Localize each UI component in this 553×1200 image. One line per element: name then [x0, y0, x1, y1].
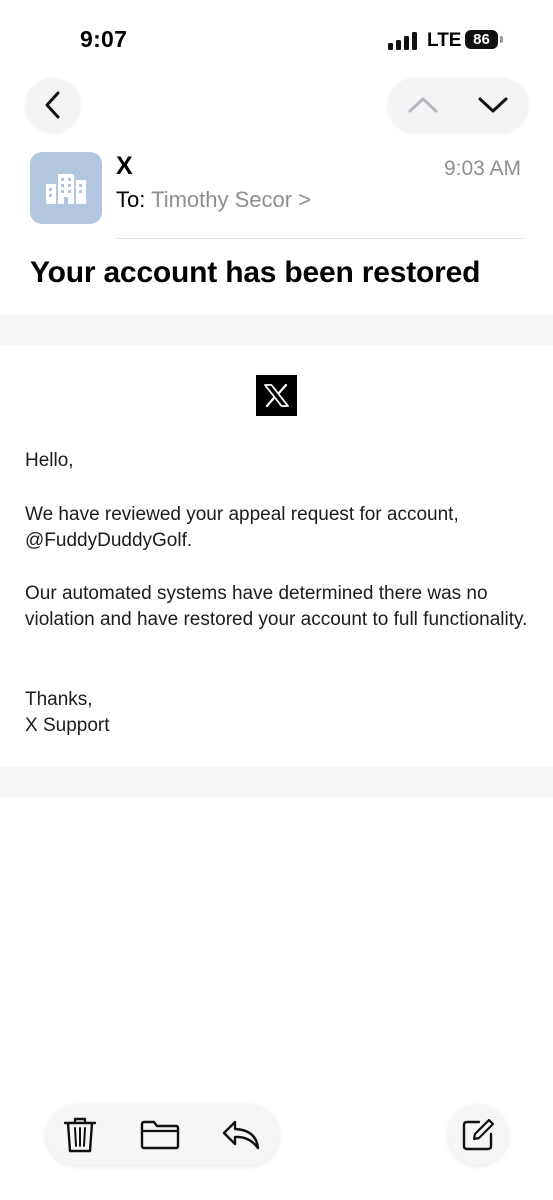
sender-name[interactable]: X [116, 152, 133, 181]
cellular-signal-icon [388, 32, 418, 50]
reply-icon [222, 1120, 260, 1150]
content-band-bottom [0, 767, 553, 797]
previous-message-button[interactable] [388, 78, 458, 132]
status-time: 9:07 [80, 26, 128, 52]
email-signoff-2: X Support [25, 715, 110, 736]
email-signoff-1: Thanks, [25, 689, 93, 710]
move-to-folder-button[interactable] [133, 1108, 187, 1162]
email-greeting: Hello, [25, 450, 74, 471]
network-type: LTE [427, 30, 462, 51]
chevron-down-icon [478, 97, 508, 113]
chevron-up-icon [408, 97, 438, 113]
email-paragraph-1: We have reviewed your appeal request for… [25, 504, 459, 551]
battery-tip [500, 36, 503, 43]
sender-avatar[interactable] [30, 152, 102, 224]
to-label: To: [116, 187, 146, 212]
header-divider [116, 238, 523, 239]
next-message-button[interactable] [458, 78, 528, 132]
recipient-row[interactable]: To: Timothy Secor > [116, 187, 311, 213]
recipient-name: Timothy Secor [151, 187, 293, 212]
email-subject: Your account has been restored [30, 256, 481, 289]
email-paragraph-2: Our automated systems have determined th… [25, 583, 528, 630]
message-navigation [388, 78, 528, 132]
delete-button[interactable] [53, 1108, 107, 1162]
folder-icon [140, 1120, 180, 1150]
compose-button[interactable] [448, 1105, 508, 1165]
back-button[interactable] [26, 78, 80, 132]
trash-icon [63, 1117, 97, 1153]
chevron-right-icon: > [298, 187, 311, 212]
content-band-top [0, 315, 553, 345]
battery-level: 86 [473, 31, 490, 48]
sent-time: 9:03 AM [443, 157, 521, 180]
chevron-left-icon [45, 91, 60, 119]
x-logo [256, 375, 297, 416]
x-logo-icon [264, 384, 289, 407]
compose-icon [462, 1118, 495, 1151]
reply-button[interactable] [214, 1108, 268, 1162]
battery-icon: 86 [465, 30, 498, 49]
status-bar: 9:07 LTE 86 [0, 0, 553, 80]
building-icon [46, 174, 86, 204]
